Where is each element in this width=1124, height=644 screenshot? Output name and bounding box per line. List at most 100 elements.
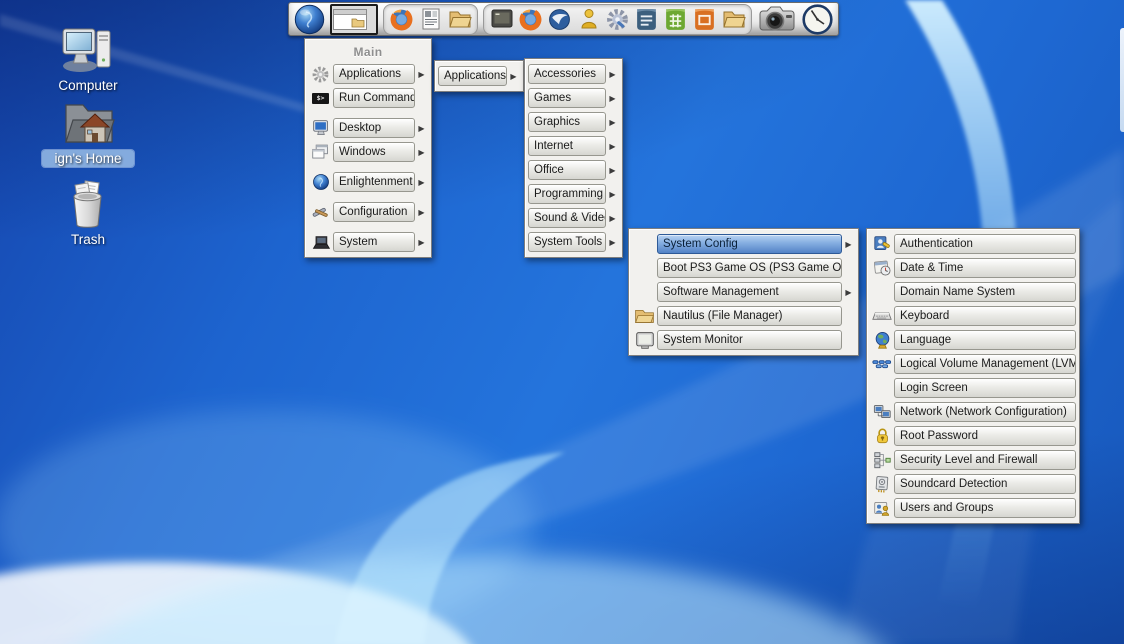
menu-item-root-password[interactable]: Root Password xyxy=(870,424,1076,448)
menu-item-system-tools[interactable]: System Tools ▶ xyxy=(528,230,619,254)
user-launcher[interactable] xyxy=(575,6,602,33)
desktop-icon xyxy=(308,117,333,139)
clock-gadget[interactable] xyxy=(802,3,833,35)
menu-item-language[interactable]: Language xyxy=(870,328,1076,352)
menu-item-label: Network (Network Configuration) xyxy=(894,402,1076,422)
submenu-arrow-icon: ▶ xyxy=(609,93,616,103)
enlightenment-icon xyxy=(308,171,333,193)
camera-gadget[interactable] xyxy=(757,4,797,34)
menu-item-label: Root Password xyxy=(894,426,1076,446)
launcher-group-1 xyxy=(383,3,478,35)
launcher-group-2 xyxy=(483,3,752,35)
submenu-arrow-icon: ▶ xyxy=(845,239,852,249)
submenu-arrow-icon: ▶ xyxy=(609,117,616,127)
oo-calc-icon xyxy=(666,8,685,30)
menu-item-enlightenment[interactable]: Enlightenment ▶ xyxy=(308,170,428,194)
menu-item-programming[interactable]: Programming ▶ xyxy=(528,182,619,206)
users-icon xyxy=(870,497,894,519)
impress-launcher[interactable] xyxy=(691,6,718,33)
system-config-menu: Authentication Date & Time Domain Name S… xyxy=(866,228,1080,524)
menu-item-label: Applications xyxy=(333,64,415,84)
menu-item-system-config[interactable]: System Config ▶ xyxy=(632,232,855,256)
menu-item-boot-ps3-game-os[interactable]: Boot PS3 Game OS (PS3 Game OS) xyxy=(632,256,855,280)
desktop-icon-computer[interactable]: Computer xyxy=(36,24,140,93)
menu-title: Main xyxy=(353,45,383,59)
submenu-arrow-icon: ▶ xyxy=(609,69,616,79)
text-editor-icon xyxy=(422,8,439,30)
system-tools-launcher[interactable] xyxy=(604,6,631,33)
menu-item-domain-name-system[interactable]: Domain Name System xyxy=(870,280,1076,304)
firefox-launcher-2[interactable] xyxy=(517,6,544,33)
folder-icon xyxy=(632,305,657,327)
menu-item-label: System Config xyxy=(657,234,842,254)
submenu-arrow-icon: ▶ xyxy=(609,189,616,199)
oo-impress-icon xyxy=(695,8,714,30)
network-icon xyxy=(870,401,894,423)
menu-item-software-management[interactable]: Software Management ▶ xyxy=(632,280,855,304)
menu-item-label: Authentication xyxy=(894,234,1076,254)
menu-item-authentication[interactable]: Authentication xyxy=(870,232,1076,256)
trash-icon xyxy=(73,180,102,228)
system-icon xyxy=(308,231,333,253)
menu-item-keyboard[interactable]: Keyboard xyxy=(870,304,1076,328)
menu-item-lvm[interactable]: Logical Volume Management (LVM) xyxy=(870,352,1076,376)
menu-item-internet[interactable]: Internet ▶ xyxy=(528,134,619,158)
system-tools-icon xyxy=(607,8,628,30)
submenu-arrow-icon: ▶ xyxy=(418,123,425,133)
menu-item-label: Sound & Video xyxy=(528,208,606,228)
screen-edge-shelf-sliver xyxy=(1120,28,1124,132)
desktop-pager[interactable] xyxy=(330,3,378,35)
desktop-icon-trash[interactable]: Trash xyxy=(36,180,140,247)
menu-item-system[interactable]: System ▶ xyxy=(308,230,428,254)
menu-item-graphics[interactable]: Graphics ▶ xyxy=(528,110,619,134)
terminal-launcher[interactable] xyxy=(488,6,515,33)
desktop-icon-label: ign's Home xyxy=(42,150,134,167)
menu-item-configuration[interactable]: Configuration ▶ xyxy=(308,200,428,224)
menu-item-login-screen[interactable]: Login Screen xyxy=(870,376,1076,400)
authentication-icon xyxy=(870,233,894,255)
file-manager-launcher-2[interactable] xyxy=(720,6,747,33)
writer-launcher[interactable] xyxy=(633,6,660,33)
menu-item-games[interactable]: Games ▶ xyxy=(528,86,619,110)
menu-item-run-command[interactable]: $> Run Command xyxy=(308,86,428,110)
menu-item-users-groups[interactable]: Users and Groups xyxy=(870,496,1076,520)
menu-item-system-monitor[interactable]: System Monitor xyxy=(632,328,855,352)
menu-item-applications-sub[interactable]: Applications ▶ xyxy=(438,64,520,88)
menu-item-label: Language xyxy=(894,330,1076,350)
menu-item-label: Games xyxy=(528,88,606,108)
menu-item-label: Windows xyxy=(333,142,415,162)
submenu-arrow-icon: ▶ xyxy=(418,177,425,187)
menu-item-security-firewall[interactable]: Security Level and Firewall xyxy=(870,448,1076,472)
firefox-icon xyxy=(519,8,542,30)
menu-item-office[interactable]: Office ▶ xyxy=(528,158,619,182)
folder-icon xyxy=(722,11,746,28)
menu-item-nautilus[interactable]: Nautilus (File Manager) xyxy=(632,304,855,328)
firewall-icon xyxy=(870,449,894,471)
text-editor-launcher[interactable] xyxy=(417,6,444,33)
menu-item-label: Configuration xyxy=(333,202,415,222)
camera-icon xyxy=(759,6,795,31)
firefox-launcher[interactable] xyxy=(388,6,415,33)
desktop-icon-label: Trash xyxy=(70,232,105,247)
submenu-arrow-icon: ▶ xyxy=(609,213,616,223)
menu-item-label: Applications xyxy=(438,66,507,86)
start-menu-button[interactable] xyxy=(294,3,325,35)
submenu-arrow-icon: ▶ xyxy=(418,69,425,79)
calc-launcher[interactable] xyxy=(662,6,689,33)
menu-item-windows[interactable]: Windows ▶ xyxy=(308,140,428,164)
desktop-icon-home[interactable]: ign's Home xyxy=(36,98,140,167)
keyboard-icon xyxy=(870,305,894,327)
menu-item-soundcard-detection[interactable]: Soundcard Detection xyxy=(870,472,1076,496)
menu-item-desktop[interactable]: Desktop ▶ xyxy=(308,116,428,140)
file-manager-launcher[interactable] xyxy=(446,6,473,33)
lvm-icon xyxy=(870,353,894,375)
menu-item-accessories[interactable]: Accessories ▶ xyxy=(528,62,619,86)
menu-item-applications[interactable]: Applications ▶ xyxy=(308,62,428,86)
menu-item-network[interactable]: Network (Network Configuration) xyxy=(870,400,1076,424)
monitor-icon xyxy=(632,329,657,351)
thunderbird-launcher[interactable] xyxy=(546,6,573,33)
computer-icon xyxy=(62,28,111,72)
menu-item-sound-video[interactable]: Sound & Video ▶ xyxy=(528,206,619,230)
menu-item-date-time[interactable]: Date & Time xyxy=(870,256,1076,280)
terminal-icon xyxy=(491,9,512,28)
